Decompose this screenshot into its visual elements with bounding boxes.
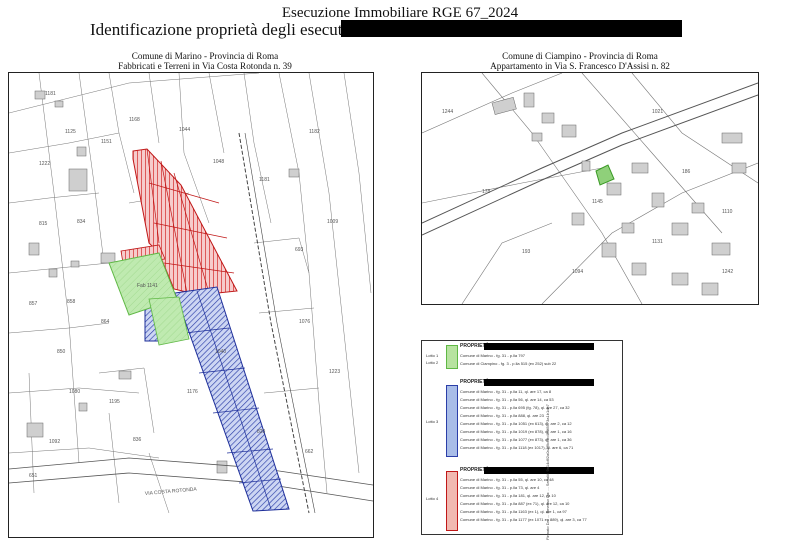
legend-row: Comune di Ciampino - fg. 3 - p.lla 515 (…	[460, 361, 557, 366]
right-cadastral-map: 1244 178 193 1094 1021 186 1110 1145 113…	[421, 72, 759, 305]
legend-row: Comune di Marino - fg. 31 - p.lla 1163 (…	[460, 509, 567, 514]
svg-text:651: 651	[29, 473, 38, 479]
svg-text:1048: 1048	[213, 159, 224, 165]
legend-row: Comune di Marino - fg. 31 - p.lla 797	[460, 353, 525, 358]
redacted-owner	[484, 467, 594, 474]
right-map-canvas: 1244 178 193 1094 1021 186 1110 1145 113…	[422, 73, 758, 304]
left-map-canvas: Fab 1141 1181 1125 1222 1151 1168 1044 1…	[9, 73, 373, 514]
svg-text:815: 815	[39, 221, 48, 227]
svg-text:1242: 1242	[722, 269, 733, 275]
redacted-owner-name	[341, 20, 682, 37]
svg-text:836: 836	[133, 437, 142, 443]
svg-text:1009: 1009	[327, 219, 338, 225]
svg-text:1244: 1244	[442, 109, 453, 115]
lot-2-green-area	[595, 164, 615, 186]
redacted-owner	[484, 379, 594, 386]
svg-text:850: 850	[57, 349, 66, 355]
svg-text:834: 834	[77, 219, 86, 225]
svg-text:1021: 1021	[652, 109, 663, 115]
left-cadastral-map: Fab 1141 1181 1125 1222 1151 1168 1044 1…	[8, 72, 374, 538]
legend-row: Comune di Marino - fg. 31 - p.lla 1118 (…	[460, 445, 574, 450]
svg-text:1092: 1092	[49, 439, 60, 445]
legend-row: Comune di Marino - fg. 31 - p.lla 56, ql…	[460, 397, 554, 402]
svg-text:186: 186	[682, 169, 691, 175]
svg-text:1076: 1076	[299, 319, 310, 325]
svg-text:864: 864	[101, 319, 110, 325]
legend-row: Comune di Marino - fg. 31 - p.lla 1051 (…	[460, 421, 572, 426]
legend-row: Comune di Marino - fg. 31 - p.lla 1019 (…	[460, 429, 572, 434]
legend-row: Comune di Marino - fg. 31 - p.lla 695 (f…	[460, 405, 570, 410]
svg-text:1222: 1222	[39, 161, 50, 167]
svg-text:662: 662	[305, 449, 314, 455]
legend-row: Comune di Marino - fg. 31 - p.lla 73, ql…	[460, 485, 540, 490]
redacted-owner	[484, 343, 594, 350]
svg-text:857: 857	[29, 301, 38, 307]
building-label: Fab 1141	[137, 283, 158, 289]
legend-box: Lotto 1 Lotto 2 PROPRIETÀ Comune di Mari…	[421, 340, 623, 535]
svg-text:1176: 1176	[187, 389, 198, 395]
svg-text:858: 858	[67, 299, 76, 305]
legend-lot-label: Lotto 1	[426, 353, 439, 358]
legend-lot-label: Lotto 2	[426, 360, 439, 365]
svg-text:1044: 1044	[179, 127, 190, 133]
road-label: VIA COSTA ROTONDA	[145, 486, 198, 497]
legend-lot-label: Lotto 3	[426, 419, 439, 424]
svg-text:820: 820	[257, 429, 266, 435]
svg-text:193: 193	[522, 249, 531, 255]
right-map-caption-address: Appartamento in Via S. Francesco D'Assis…	[490, 61, 670, 71]
svg-text:1125: 1125	[65, 129, 76, 135]
legend-row: Comune di Marino - fg. 31 - p.lla 1077 (…	[460, 437, 572, 442]
legend-row: Comune di Marino - fg. 31 - p.lla 11, ql…	[460, 389, 552, 394]
svg-text:1182: 1182	[309, 129, 320, 135]
left-map-caption-municipality: Comune di Marino - Provincia di Roma	[131, 51, 279, 61]
svg-text:1195: 1195	[109, 399, 120, 405]
lot-3-blue-area	[174, 286, 290, 512]
legend-row: Comune di Marino - fg. 31 - p.lla 888, q…	[460, 413, 544, 418]
svg-text:1223: 1223	[329, 369, 340, 375]
legend-row: Comune di Marino - fg. 31 - p.lla 887 (e…	[460, 501, 570, 506]
document-subtitle: Identificazione proprietà degli esecutat…	[90, 20, 365, 39]
legend-swatch-red	[446, 471, 458, 531]
svg-text:1145: 1145	[592, 199, 603, 205]
svg-text:1181: 1181	[45, 91, 56, 97]
legend-swatch-blue	[446, 385, 458, 457]
right-map-caption-municipality: Comune di Ciampino - Provincia di Roma	[502, 51, 658, 61]
svg-text:1110: 1110	[722, 209, 733, 215]
svg-text:178: 178	[482, 189, 491, 195]
legend-swatch-green	[446, 345, 458, 369]
svg-text:1080: 1080	[69, 389, 80, 395]
svg-text:1040: 1040	[215, 349, 226, 355]
legend-row: Comune di Marino - fg. 31 - p.lla 55, ql…	[460, 477, 554, 482]
vertical-signature-note: Firmato Da: ... Emesso Da: ... Serial#: …	[545, 404, 550, 540]
svg-text:1168: 1168	[129, 117, 140, 123]
svg-text:1094: 1094	[572, 269, 583, 275]
legend-row: Comune di Marino - fg. 31 - p.lla 1177 (…	[460, 517, 587, 522]
left-map-caption-address: Fabbricati e Terreni in Via Costa Rotond…	[118, 61, 292, 71]
svg-text:693: 693	[295, 247, 304, 253]
svg-text:1181: 1181	[259, 177, 270, 183]
legend-lot-label: Lotto 4	[426, 496, 439, 501]
legend-row: Comune di Marino - fg. 31 - p.lla 181, q…	[460, 493, 556, 498]
svg-text:1151: 1151	[101, 139, 112, 145]
svg-text:1131: 1131	[652, 239, 663, 245]
